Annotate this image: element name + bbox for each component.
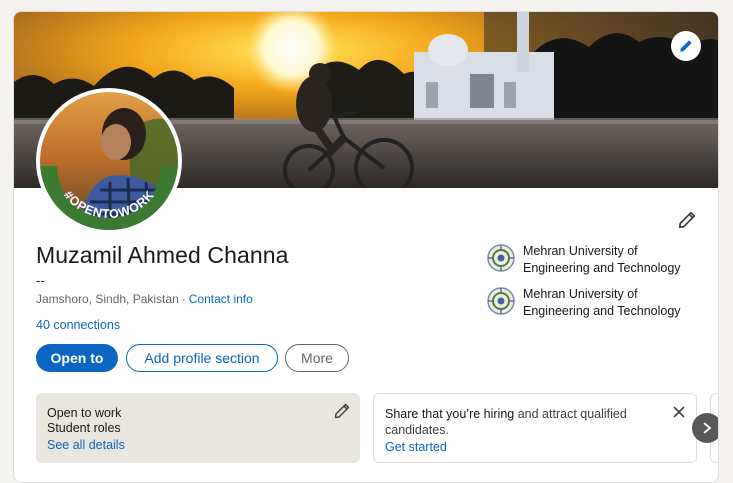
edit-cover-button[interactable] (671, 31, 701, 61)
hiring-card[interactable]: Share that you’re hiring and attract qua… (373, 393, 697, 463)
profile-location: Jamshoro, Sindh, Pakistan (36, 292, 179, 306)
contact-info-link[interactable]: Contact info (189, 292, 253, 306)
open-to-work-subtitle: Student roles (47, 421, 121, 435)
edit-intro-button[interactable] (672, 205, 702, 235)
pencil-icon (678, 211, 696, 229)
close-icon[interactable] (672, 405, 686, 419)
university-logo-icon (487, 287, 515, 315)
profile-location-row: Jamshoro, Sindh, Pakistan · Contact info (36, 292, 253, 306)
open-to-work-title: Open to work (47, 406, 122, 420)
separator-dot: · (181, 292, 186, 306)
get-started-link[interactable]: Get started (385, 439, 447, 455)
education-name-line1: Mehran University of (523, 287, 638, 301)
chevron-right-icon (703, 422, 712, 434)
profile-name: Muzamil Ahmed Channa (36, 242, 289, 268)
open-to-work-card[interactable]: Open to work Student roles See all detai… (36, 393, 360, 463)
profile-headline: -- (36, 273, 45, 288)
education-name-line1: Mehran University of (523, 244, 638, 258)
education-item[interactable]: Mehran University of Engineering and Tec… (486, 286, 706, 320)
profile-photo-frame[interactable]: #OPENTOWORK (36, 88, 182, 234)
education-item[interactable]: Mehran University of Engineering and Tec… (486, 243, 706, 277)
education-name: Mehran University of Engineering and Tec… (523, 243, 681, 277)
hiring-text-bold: Share that you’re hiring (385, 407, 515, 421)
open-to-button[interactable]: Open to (36, 344, 118, 372)
add-profile-section-button[interactable]: Add profile section (126, 344, 278, 372)
pencil-icon (680, 40, 692, 52)
education-name-line2: Engineering and Technology (523, 304, 681, 318)
education-name-line2: Engineering and Technology (523, 261, 681, 275)
profile-card: #OPENTOWORK Muzamil Ahmed Channa -- Jams… (13, 11, 719, 483)
carousel-next-button[interactable] (692, 413, 718, 443)
connections-link[interactable]: 40 connections (36, 318, 120, 332)
profile-photo: #OPENTOWORK (40, 92, 178, 230)
hiring-text: Share that you’re hiring and attract qua… (385, 406, 666, 438)
university-logo-icon (487, 244, 515, 272)
pencil-icon[interactable] (334, 403, 350, 419)
education-name: Mehran University of Engineering and Tec… (523, 286, 681, 320)
more-button[interactable]: More (285, 344, 349, 372)
see-all-details-link[interactable]: See all details (47, 437, 125, 453)
